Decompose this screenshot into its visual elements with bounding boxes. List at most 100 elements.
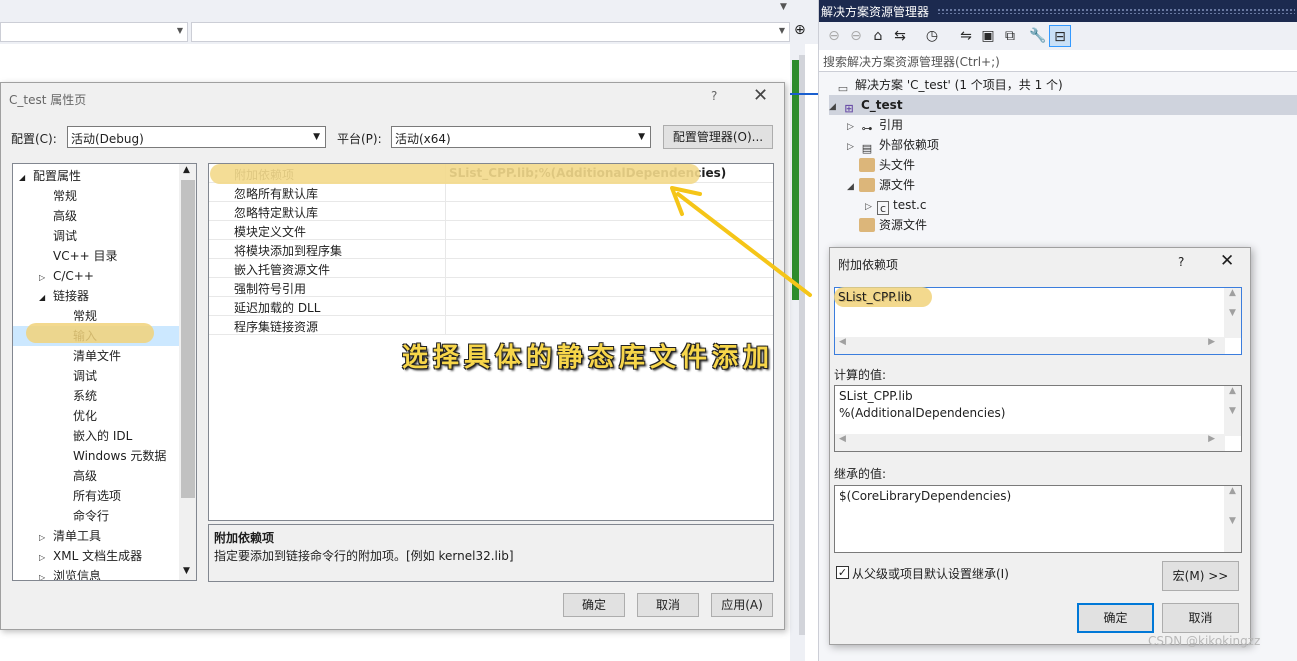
property-name: 将模块添加到程序集	[234, 244, 343, 258]
tree-item[interactable]: 调试	[13, 366, 179, 386]
collapsed-arrow-icon[interactable]: ▷	[39, 528, 53, 548]
tree-item[interactable]: 优化	[13, 406, 179, 426]
tree-item[interactable]: 高级	[13, 466, 179, 486]
cancel-button[interactable]: 取消	[1162, 603, 1239, 633]
collapsed-arrow-icon[interactable]: ▷	[39, 548, 53, 568]
tree-item-project[interactable]: ◢ ⊞ C_test	[829, 95, 1297, 115]
property-name: 延迟加载的 DLL	[234, 301, 321, 315]
sync-icon[interactable]: ⇋	[955, 25, 977, 47]
close-icon[interactable]: ✕	[1220, 251, 1234, 271]
cancel-button[interactable]: 取消	[637, 593, 699, 617]
tree-item-resource-files[interactable]: 资源文件	[859, 215, 927, 235]
collapsed-arrow-icon: ▷	[847, 142, 854, 152]
tree-item[interactable]: ▷ 浏览信息	[13, 566, 179, 580]
tree-item[interactable]: ▷ 清单工具	[13, 526, 179, 546]
caret-line-marker	[790, 93, 818, 95]
inherited-value: $(CoreLibraryDependencies)	[839, 489, 1012, 503]
close-icon[interactable]: ✕	[753, 85, 768, 106]
editor-scrollbar-thumb[interactable]	[799, 55, 805, 635]
inherit-checkbox[interactable]: ✓	[836, 566, 849, 579]
scroll-down-icon[interactable]: ▼	[183, 566, 190, 576]
editor-top-strip: ▼ ▼ ▼ ⊕	[0, 0, 818, 44]
show-all-files-icon[interactable]: ⧉	[999, 25, 1021, 47]
ok-button[interactable]: 确定	[1077, 603, 1154, 633]
inherited-scrollbar[interactable]: ▲ ▼	[1224, 486, 1241, 552]
back-icon[interactable]: ⊖	[823, 25, 845, 47]
editor-scope-combo[interactable]: ▼	[0, 22, 188, 42]
computed-scrollbar[interactable]: ▲ ▼	[1224, 386, 1241, 436]
tree-item-external-deps[interactable]: ▷ ▤ 外部依赖项	[847, 135, 939, 155]
switch-views-icon[interactable]: ⇆	[889, 25, 911, 47]
tree-item-label: 头文件	[879, 158, 916, 172]
description-panel: 附加依赖项 指定要添加到链接命令行的附加项。[例如 kernel32.lib]	[208, 524, 774, 582]
tree-item-label: 所有选项	[73, 489, 122, 503]
preview-selected-icon[interactable]: ⊟	[1049, 25, 1071, 47]
deps-dialog-title: 附加依赖项	[838, 258, 899, 272]
tree-item[interactable]: ◢ 配置属性	[13, 166, 179, 186]
solution-icon: ▭	[837, 82, 849, 95]
tree-item-test-c[interactable]: ▷ c test.c	[865, 195, 926, 215]
property-grid-row[interactable]: 程序集链接资源	[209, 316, 773, 335]
collapsed-arrow-icon[interactable]: ▷	[39, 568, 53, 580]
tree-item-label: 链接器	[53, 289, 90, 303]
collapsed-arrow-icon[interactable]: ▷	[39, 268, 53, 288]
annotation-arrow	[670, 186, 812, 297]
watermark: CSDN @kikokingzz	[1148, 634, 1261, 648]
expanded-arrow-icon[interactable]: ◢	[19, 168, 33, 188]
tree-item[interactable]: ▷ XML 文档生成器	[13, 546, 179, 566]
tree-item-label: C/C++	[53, 269, 94, 283]
tree-item-source-files[interactable]: ◢ 源文件	[847, 175, 915, 195]
tree-scrollbar[interactable]: ▲ ▼	[179, 164, 196, 580]
macro-button[interactable]: 宏(M) >>	[1162, 561, 1239, 591]
textarea-scrollbar[interactable]: ▲ ▼	[1224, 288, 1241, 338]
config-select[interactable]: 活动(Debug) ▼	[67, 126, 326, 148]
tree-item[interactable]: VC++ 目录	[13, 246, 179, 266]
tree-scrollbar-thumb[interactable]	[181, 180, 195, 498]
textarea-h-scrollbar[interactable]: ◀ ▶	[835, 337, 1225, 354]
solution-explorer-title: 解决方案资源管理器	[821, 5, 930, 19]
expanded-arrow-icon[interactable]: ◢	[39, 288, 53, 308]
tree-item-label: 系统	[73, 389, 98, 403]
tree-item-solution[interactable]: ▭ 解决方案 'C_test' (1 个项目，共 1 个)	[835, 75, 1063, 95]
config-select-value: 活动(Debug)	[71, 132, 144, 146]
external-deps-icon: ▤	[861, 142, 873, 155]
collapse-all-icon[interactable]: ▣	[977, 25, 999, 47]
pin-split-icon[interactable]: ⊕	[794, 22, 806, 38]
properties-wrench-icon[interactable]: 🔧	[1027, 25, 1049, 47]
tree-item-label: 嵌入的 IDL	[73, 429, 133, 443]
tree-item-label: C_test	[861, 98, 903, 112]
tree-item[interactable]: 清单文件	[13, 346, 179, 366]
tree-item[interactable]: ▷ C/C++	[13, 266, 179, 286]
tree-item[interactable]: 调试	[13, 226, 179, 246]
tree-item[interactable]: 所有选项	[13, 486, 179, 506]
tree-item[interactable]: Windows 元数据	[13, 446, 179, 466]
forward-icon[interactable]: ⊖	[845, 25, 867, 47]
config-manager-button[interactable]: 配置管理器(O)...	[663, 125, 773, 149]
tree-item[interactable]: 系统	[13, 386, 179, 406]
editor-member-combo[interactable]: ▼	[191, 22, 790, 42]
help-button[interactable]: ?	[711, 89, 717, 103]
home-icon[interactable]: ⌂	[867, 25, 889, 47]
tree-item-references[interactable]: ▷ ⊶ 引用	[847, 115, 903, 135]
tree-item[interactable]: 命令行	[13, 506, 179, 526]
tree-item[interactable]: ◢ 链接器	[13, 286, 179, 306]
folder-icon	[859, 218, 875, 232]
ok-button[interactable]: 确定	[563, 593, 625, 617]
tree-item[interactable]: 嵌入的 IDL	[13, 426, 179, 446]
dropdown-arrow-icon[interactable]: ▼	[780, 2, 787, 12]
help-button[interactable]: ?	[1178, 255, 1184, 269]
inherit-checkbox-label[interactable]: 从父级或项目默认设置继承(I)	[852, 565, 1009, 582]
project-icon: ⊞	[844, 102, 854, 115]
apply-button[interactable]: 应用(A)	[711, 593, 773, 617]
chevron-down-icon: ▼	[176, 26, 183, 35]
tree-item-label: 清单文件	[73, 349, 122, 363]
platform-select[interactable]: 活动(x64) ▼	[391, 126, 651, 148]
tree-item[interactable]: 高级	[13, 206, 179, 226]
tree-item-header-files[interactable]: 头文件	[859, 155, 915, 175]
scroll-up-icon[interactable]: ▲	[183, 165, 190, 175]
tree-item[interactable]: 常规	[13, 186, 179, 206]
solution-search-input[interactable]: 搜索解决方案资源管理器(Ctrl+;)	[819, 50, 1297, 72]
computed-h-scrollbar[interactable]: ◀ ▶	[835, 434, 1225, 451]
pending-changes-icon[interactable]: ◷	[921, 25, 943, 47]
highlight-marker	[26, 323, 154, 343]
